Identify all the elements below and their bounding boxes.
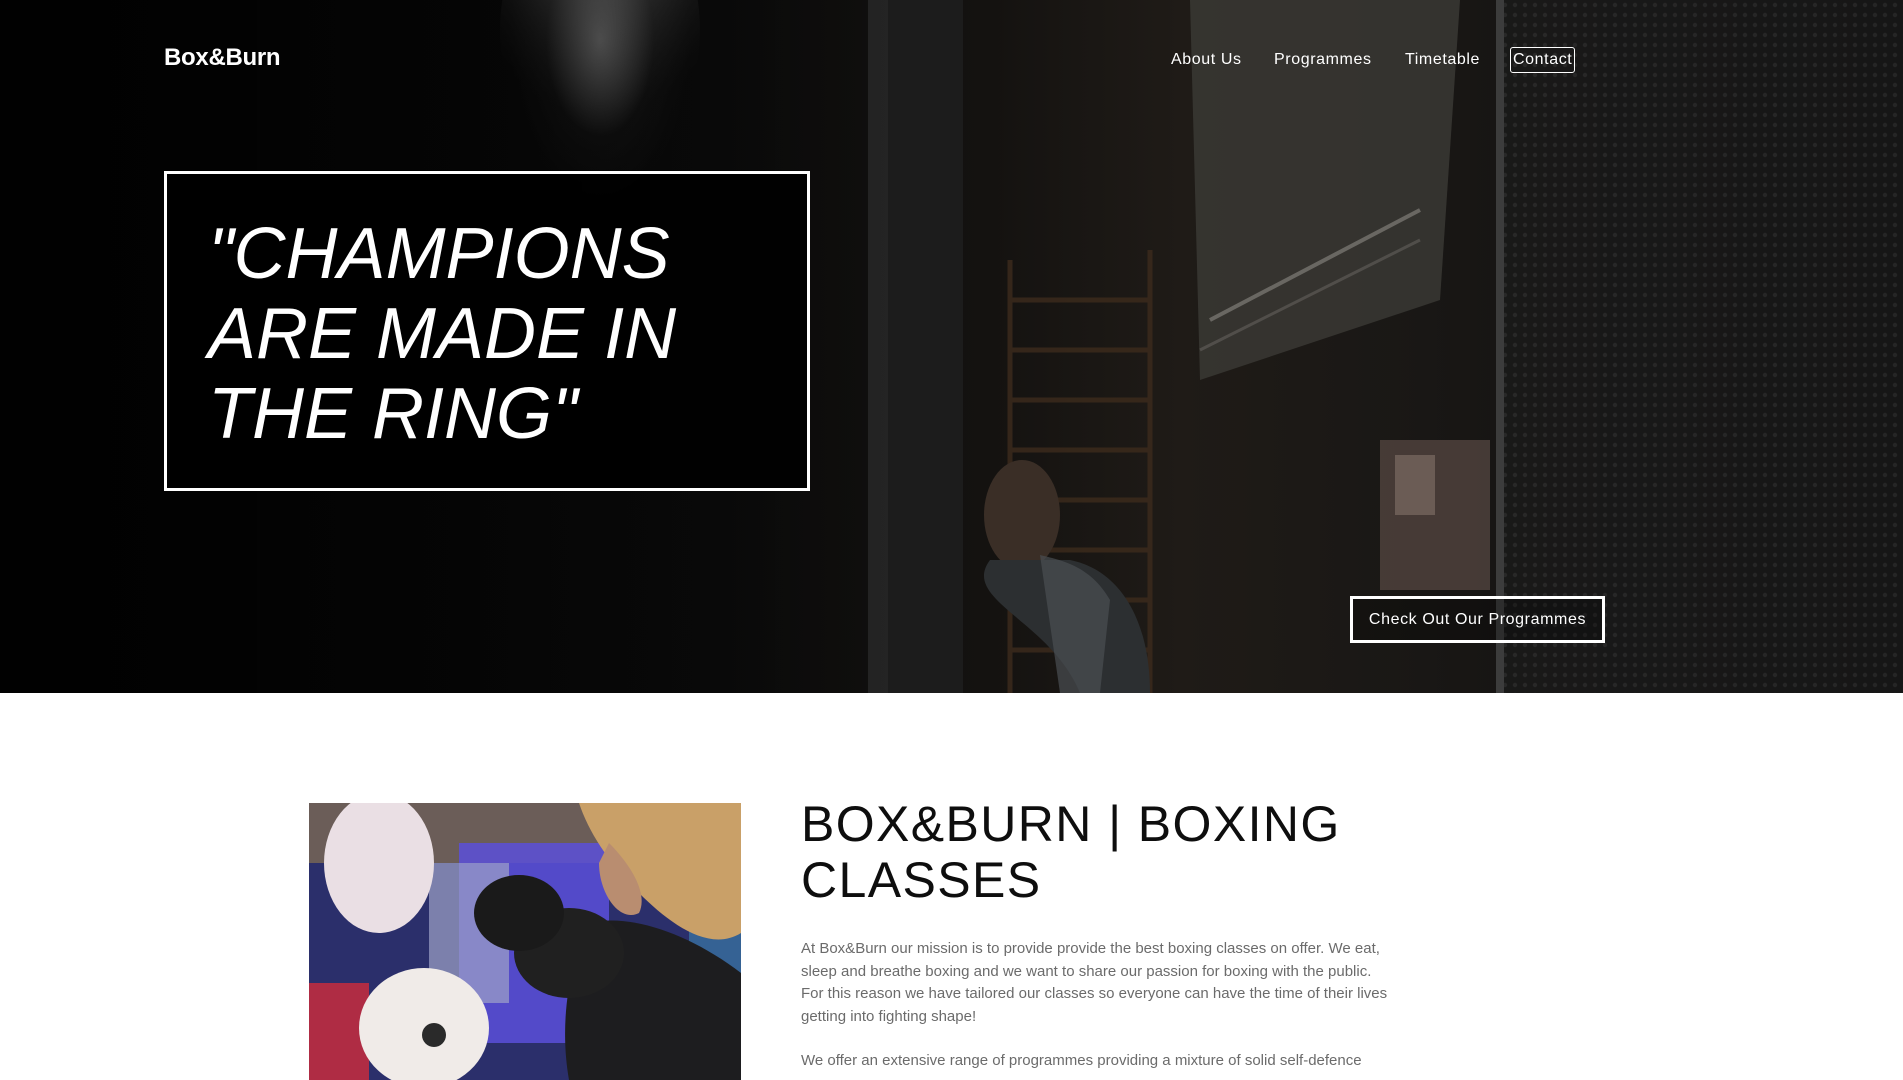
section-heading: BOX&BURN | BOXING CLASSES [801,796,1341,908]
nav-about-us[interactable]: About Us [1169,48,1244,72]
about-paragraph-1: At Box&Burn our mission is to provide pr… [801,940,1388,1025]
nav-timetable[interactable]: Timetable [1403,48,1482,72]
hero-section: Box&Burn About Us Programmes Timetable C… [0,0,1903,693]
nav-contact[interactable]: Contact [1510,47,1576,73]
nav-programmes[interactable]: Programmes [1272,48,1374,72]
about-paragraph-2: We offer an extensive range of programme… [801,1052,1362,1069]
check-programmes-button[interactable]: Check Out Our Programmes [1350,596,1605,643]
hero-quote: "CHAMPIONS ARE MADE IN THE RING" [208,214,677,454]
boxing-class-photo [309,803,741,1080]
hero-quote-box: "CHAMPIONS ARE MADE IN THE RING" [164,171,810,491]
main-nav: About Us Programmes Timetable Contact [0,47,1903,76]
